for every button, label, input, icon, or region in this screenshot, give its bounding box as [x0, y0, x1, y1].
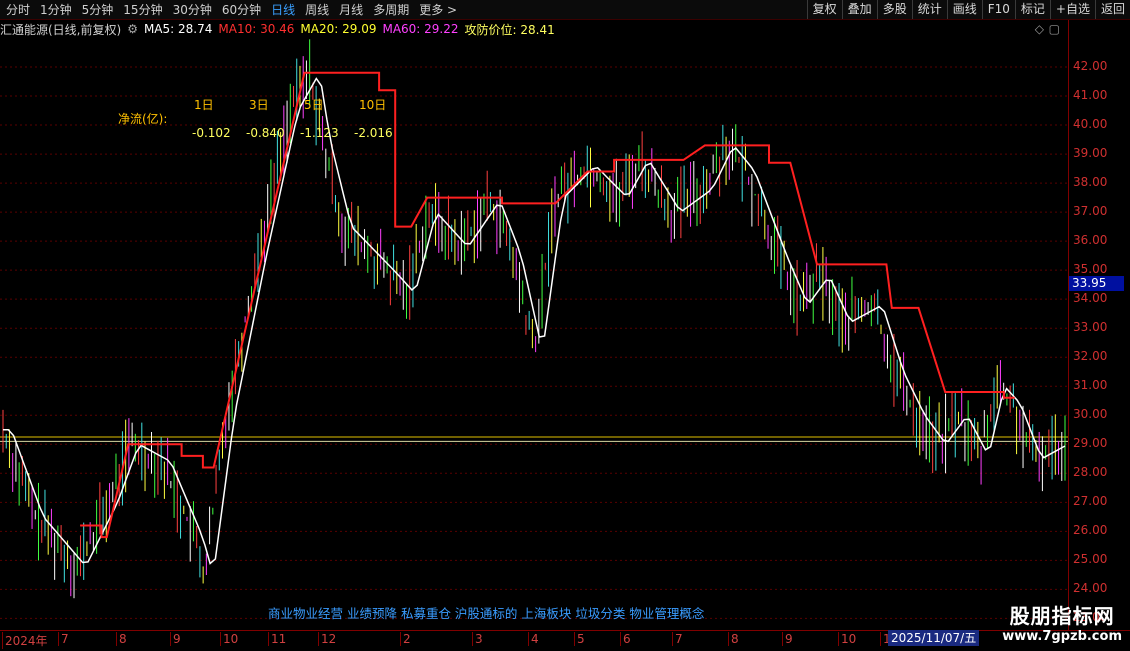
- time-label: 8: [116, 632, 127, 646]
- period-tab[interactable]: 多周期: [367, 0, 413, 19]
- y-tick-label: 26.00: [1073, 523, 1108, 538]
- side-panel-strip[interactable]: [1115, 20, 1130, 630]
- concept-tags: 商业物业经营 业绩预降 私募重仓 沪股通标的 上海板块 垃圾分类 物业管理概念: [268, 606, 705, 621]
- netflow-value: -1.123: [300, 126, 339, 140]
- time-label: 9: [782, 632, 793, 646]
- period-tab[interactable]: 分时: [0, 0, 34, 19]
- function-tab[interactable]: 返回: [1094, 0, 1130, 19]
- time-label: 2: [400, 632, 411, 646]
- function-tab[interactable]: 标记: [1014, 0, 1050, 19]
- y-tick-label: 42.00: [1073, 59, 1108, 74]
- y-tick-label: 35.00: [1073, 262, 1108, 277]
- y-tick-label: 32.00: [1073, 349, 1108, 364]
- y-tick-label: 33.00: [1073, 320, 1108, 335]
- watermark-url: www.7gpzb.com: [1002, 629, 1122, 644]
- period-tab[interactable]: 5分钟: [76, 0, 118, 19]
- period-tab[interactable]: 15分钟: [117, 0, 166, 19]
- time-label: 10: [838, 632, 856, 646]
- function-tabs: 复权 叠加 多股 统计 画线 F10 标记 +自选 返回: [806, 0, 1130, 19]
- function-tab[interactable]: 叠加: [841, 0, 877, 19]
- ma10-value: MA10: 30.46: [218, 22, 295, 36]
- time-label: 3: [472, 632, 483, 646]
- stock-title: 汇通能源(日线,前复权): [0, 22, 122, 37]
- diamond-icon[interactable]: ◇: [1035, 22, 1044, 36]
- y-tick-label: 27.00: [1073, 494, 1108, 509]
- y-tick-label: 34.00: [1073, 291, 1108, 306]
- y-tick-label: 24.00: [1073, 581, 1108, 596]
- y-tick-label: 39.00: [1073, 146, 1108, 161]
- time-label: 12: [318, 632, 336, 646]
- settings-icon[interactable]: ⚙: [127, 22, 138, 36]
- function-tab[interactable]: F10: [981, 0, 1015, 19]
- y-tick-label: 29.00: [1073, 436, 1108, 451]
- ma5-value: MA5: 28.74: [143, 22, 213, 36]
- y-tick-label: 25.00: [1073, 552, 1108, 567]
- period-tab[interactable]: 1分钟: [34, 0, 76, 19]
- y-tick-label: 36.00: [1073, 233, 1108, 248]
- ma60-value: MA60: 29.22: [382, 22, 459, 36]
- y-tick-label: 31.00: [1073, 378, 1108, 393]
- time-label: 8: [728, 632, 739, 646]
- period-tab[interactable]: 更多 >: [413, 0, 461, 19]
- current-date-box: 2025/11/07/五: [888, 630, 980, 646]
- time-label: 9: [170, 632, 181, 646]
- ma-line: [3, 77, 1066, 565]
- netflow-value: -0.102: [192, 126, 231, 140]
- function-tab[interactable]: 复权: [806, 0, 842, 19]
- netflow-period: 10日: [359, 98, 387, 112]
- netflow-value: -2.016: [354, 126, 393, 140]
- netflow-value: -0.840: [246, 126, 285, 140]
- price-flag: 33.95: [1069, 276, 1124, 291]
- function-tab[interactable]: 画线: [946, 0, 982, 19]
- y-tick-label: 40.00: [1073, 117, 1108, 132]
- netflow-label: 净流(亿):: [118, 112, 168, 126]
- period-tabs: 分时 1分钟 5分钟 15分钟 30分钟 60分钟 日线 周线 月线 多周期 更多 >: [0, 0, 461, 19]
- time-label: 11: [268, 632, 286, 646]
- indicator-bar: 汇通能源(日线,前复权) ⚙ MA5: 28.74 MA10: 30.46 MA…: [0, 20, 1068, 38]
- time-label: 7: [58, 632, 69, 646]
- y-tick-label: 37.00: [1073, 204, 1108, 219]
- defense-value: 攻防价位: 28.41: [464, 22, 555, 37]
- period-tab[interactable]: 30分钟: [167, 0, 216, 19]
- y-tick-label: 30.00: [1073, 407, 1108, 422]
- time-label: 2024年: [2, 632, 48, 649]
- function-tab[interactable]: +自选: [1049, 0, 1095, 19]
- time-label: 7: [672, 632, 683, 646]
- period-tab[interactable]: 周线: [299, 0, 333, 19]
- y-tick-label: 41.00: [1073, 88, 1108, 103]
- watermark: 股朋指标网 www.7gpzb.com: [1002, 600, 1122, 644]
- time-label: 4: [528, 632, 539, 646]
- period-tab[interactable]: 60分钟: [216, 0, 265, 19]
- ma20-value: MA20: 29.09: [300, 22, 377, 36]
- function-tab[interactable]: 统计: [911, 0, 947, 19]
- top-toolbar: 分时 1分钟 5分钟 15分钟 30分钟 60分钟 日线 周线 月线 多周期 更多 > 复权 叠加 多股…: [0, 0, 1130, 20]
- netflow-period: 3日: [249, 98, 269, 112]
- time-label: 5: [574, 632, 585, 646]
- scroll-square-icon[interactable]: ▢: [1049, 22, 1060, 36]
- time-label: 6: [620, 632, 631, 646]
- time-label: 10: [220, 632, 238, 646]
- function-tab[interactable]: 多股: [876, 0, 912, 19]
- y-tick-label: 38.00: [1073, 175, 1108, 190]
- period-tab[interactable]: 月线: [333, 0, 367, 19]
- netflow-period: 5日: [304, 98, 324, 112]
- y-tick-label: 28.00: [1073, 465, 1108, 480]
- period-tab[interactable]: 日线: [265, 0, 299, 19]
- netflow-period: 1日: [194, 98, 214, 112]
- watermark-title: 股朋指标网: [1009, 604, 1115, 628]
